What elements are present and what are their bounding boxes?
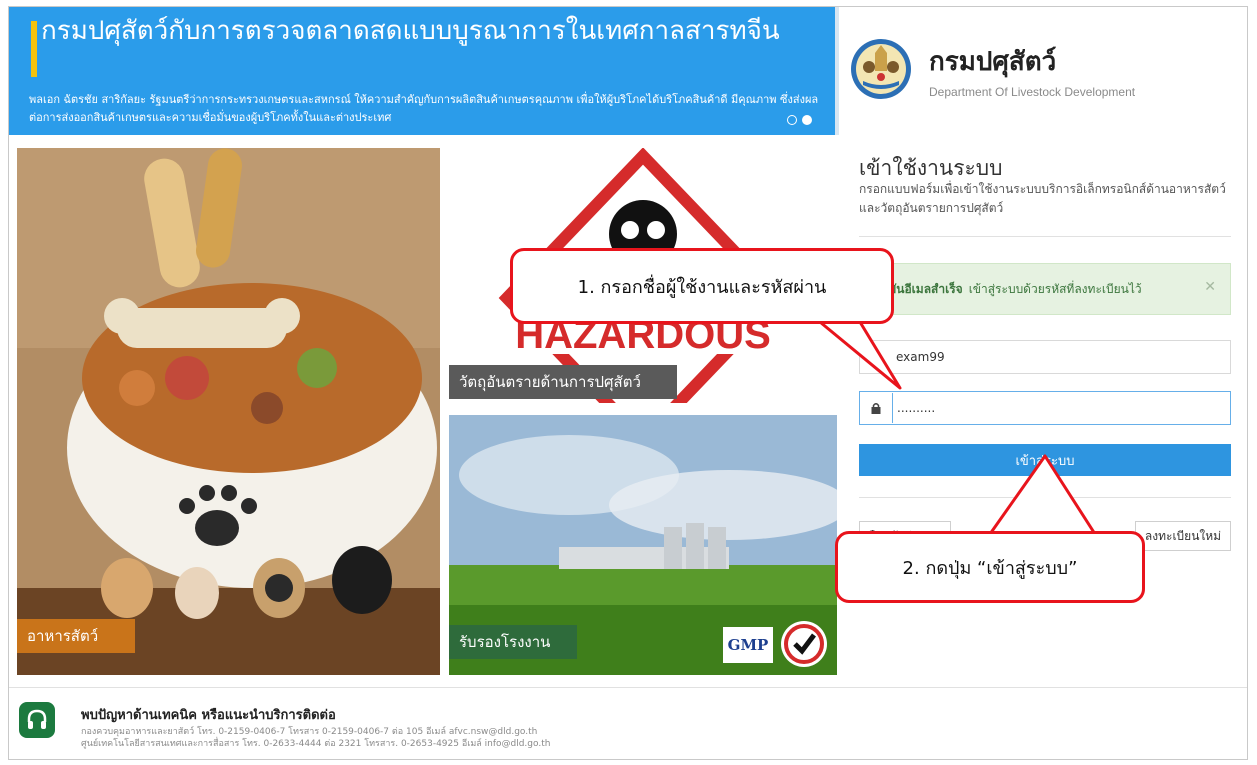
login-panel: เข้าใช้งานระบบ กรอกแบบฟอร์มเพื่อเข้าใช้ง… <box>859 148 1231 578</box>
news-banner[interactable]: กรมปศุสัตว์กับการตรวจตลาดสดแบบบูรณาการใน… <box>9 7 835 135</box>
logo-title: กรมปศุสัตว์ <box>929 47 1057 77</box>
alert-text: เข้าสู่ระบบด้วยรหัสที่ลงทะเบียนไว้ <box>968 281 1142 296</box>
slide-dot-1[interactable] <box>787 115 797 125</box>
login-description: กรอกแบบฟอร์มเพื่อเข้าใช้งานระบบบริการอิเ… <box>859 182 1226 215</box>
divider <box>859 236 1231 237</box>
password-input[interactable] <box>892 393 1222 423</box>
footer-title: พบปัญหาด้านเทคนิค หรือแนะนำบริการติดต่อ <box>81 708 336 723</box>
logo-subtitle: Department Of Livestock Development <box>929 85 1136 99</box>
banner-title: กรมปศุสัตว์กับการตรวจตลาดสดแบบบูรณาการใน… <box>41 16 780 46</box>
close-icon[interactable]: ✕ <box>1204 279 1216 295</box>
lock-icon <box>860 391 892 425</box>
tile-label-factory: รับรองโรงงาน <box>449 625 577 659</box>
dog-food-bowl-image <box>17 148 440 675</box>
logo-area: กรมปศุสัตว์ Department Of Livestock Deve… <box>839 7 1247 135</box>
tile-label-animal-food: อาหารสัตว์ <box>17 619 135 653</box>
register-button[interactable]: ลงทะเบียนใหม่ <box>1135 521 1231 551</box>
divider <box>859 497 1231 498</box>
callout-step-1: 1. กรอกชื่อผู้ใช้งานและรหัสผ่าน <box>510 248 894 324</box>
banner-description: พลเอก ฉัตรชัย สาริกัลยะ รัฐมนตรีว่าการกร… <box>29 93 819 124</box>
tile-label-hazard: วัตถุอันตรายด้านการปศุสัตว์ <box>449 365 677 399</box>
username-input[interactable] <box>892 342 1222 372</box>
slide-indicator <box>787 115 812 125</box>
tile-factory-certification[interactable]: รับรองโรงงาน GMP <box>449 415 837 675</box>
username-field[interactable] <box>859 340 1231 374</box>
browser-frame: กรมปศุสัตว์กับการตรวจตลาดสดแบบบูรณาการใน… <box>8 6 1248 760</box>
gmp-badge: GMP <box>723 627 773 663</box>
haccp-badge-icon <box>781 621 827 667</box>
headset-icon <box>19 702 55 738</box>
slide-dot-2[interactable] <box>802 115 812 125</box>
user-icon <box>860 340 892 374</box>
department-seal-icon <box>851 39 911 99</box>
callout-step-2: 2. กดปุ่ม “เข้าสู่ระบบ” <box>835 531 1145 603</box>
footer-contact-2: ศูนย์เทคโนโลยีสารสนเทศและการสื่อสาร โทร.… <box>81 739 551 749</box>
footer: พบปัญหาด้านเทคนิค หรือแนะนำบริการติดต่อ … <box>9 687 1247 759</box>
login-button[interactable]: เข้าสู่ระบบ <box>859 444 1231 476</box>
page: กรมปศุสัตว์กับการตรวจตลาดสดแบบบูรณาการใน… <box>0 0 1257 765</box>
tile-animal-food[interactable]: อาหารสัตว์ <box>17 148 440 675</box>
success-alert: ยืนยันอีเมลสำเร็จ เข้าสู่ระบบด้วยรหัสที่… <box>859 263 1231 315</box>
password-field[interactable] <box>859 391 1231 425</box>
banner-accent-bar <box>31 21 37 77</box>
